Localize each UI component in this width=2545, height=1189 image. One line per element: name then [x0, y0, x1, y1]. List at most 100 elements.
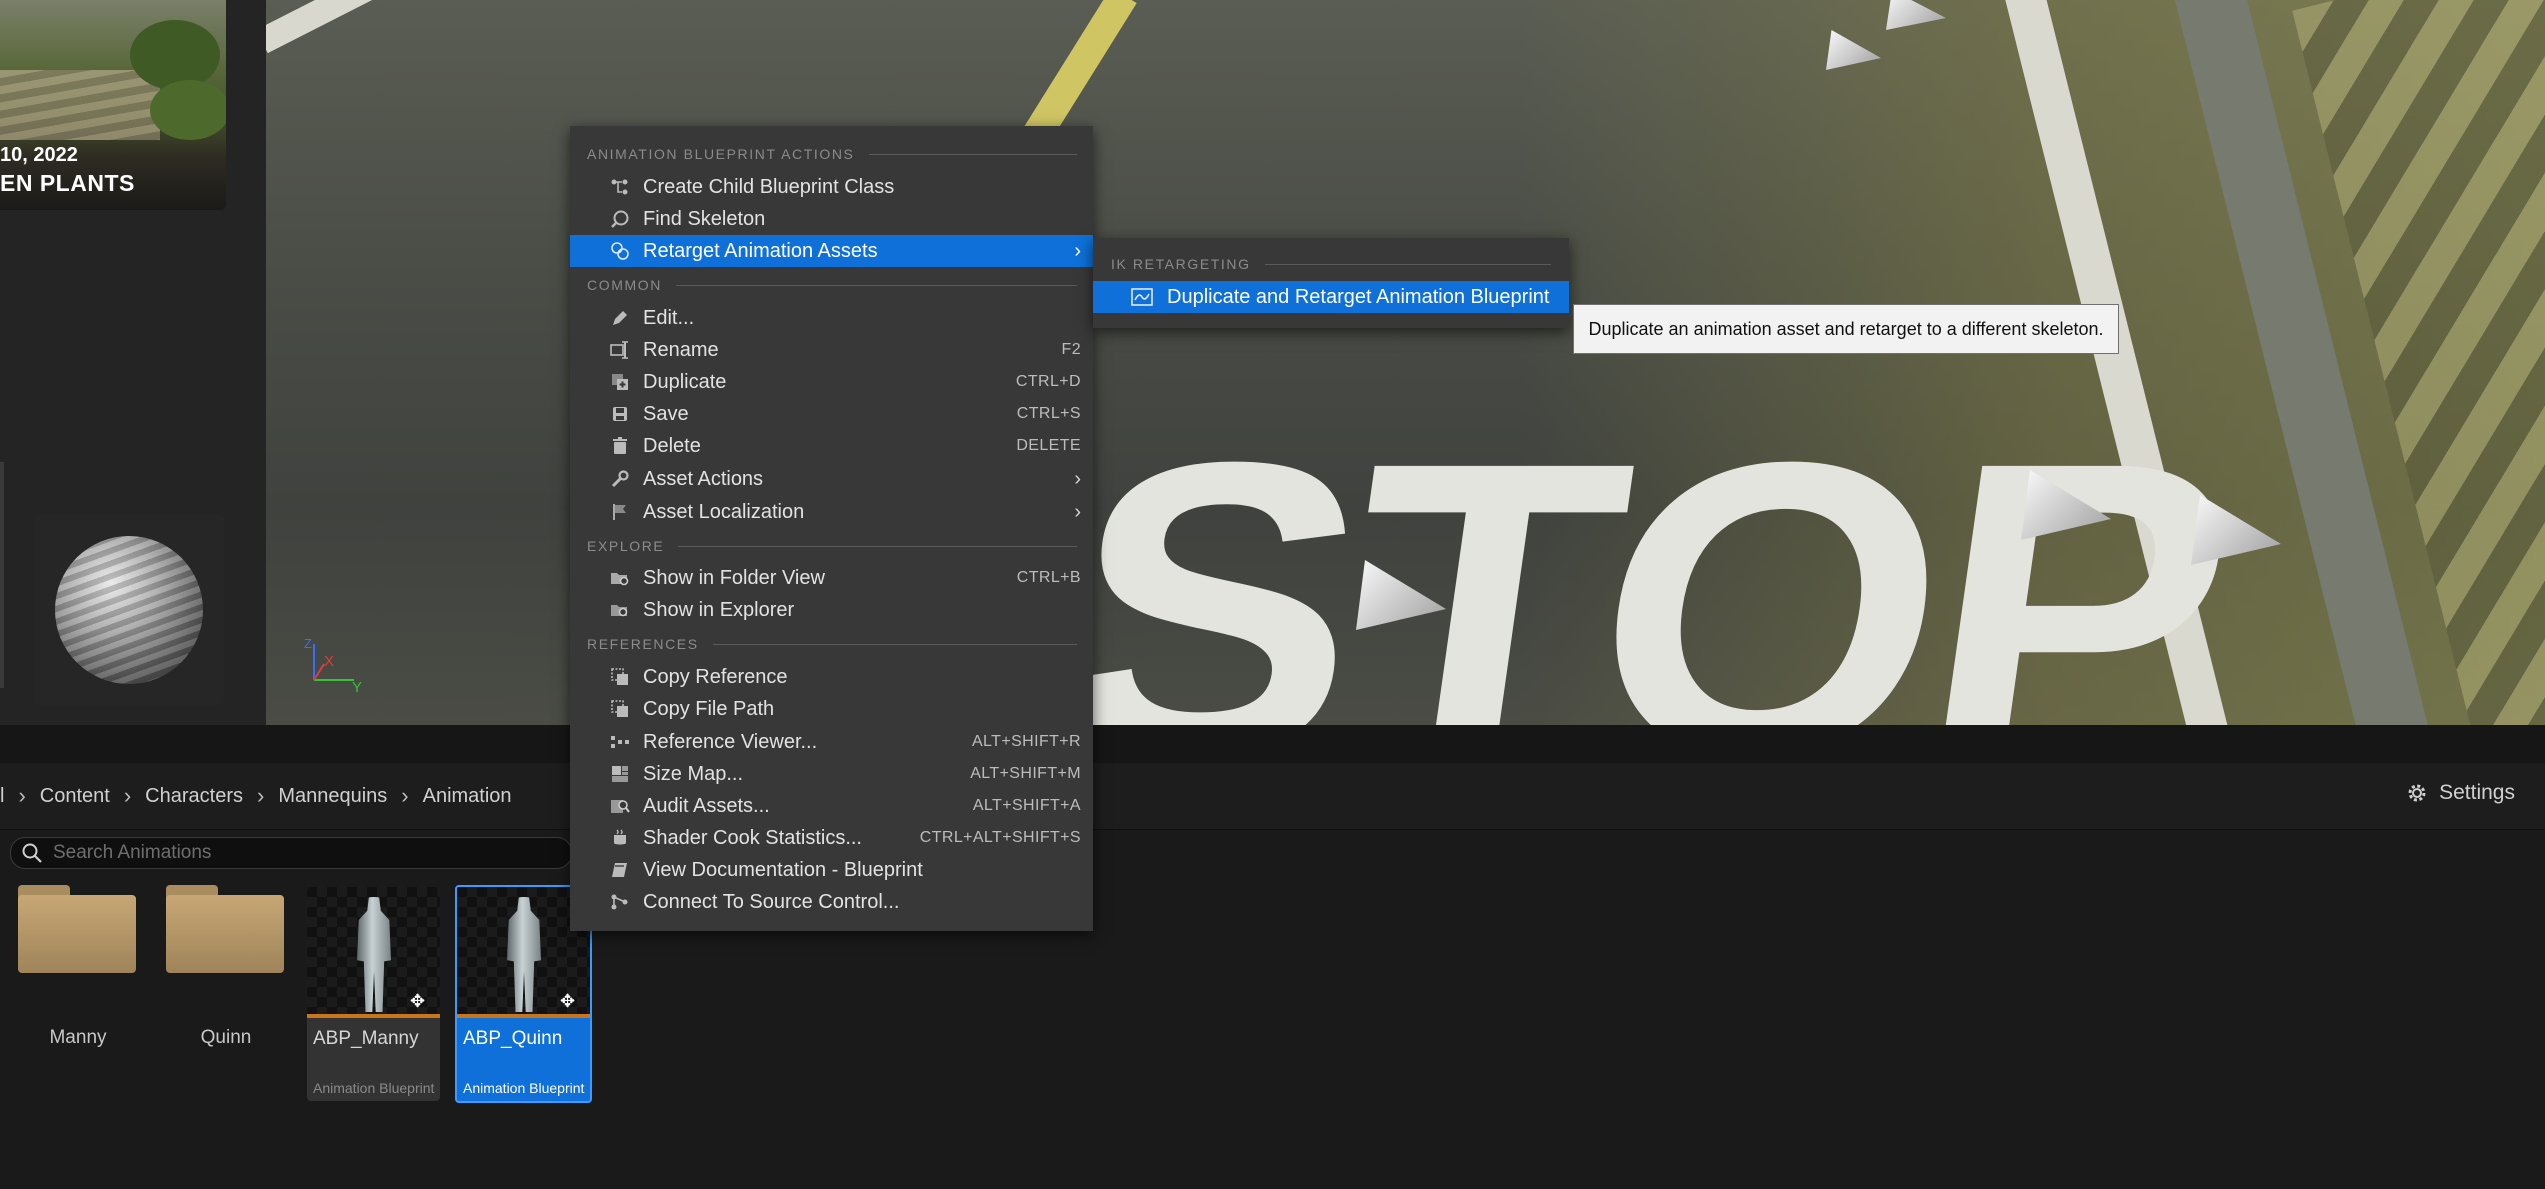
menu-item-audit-assets[interactable]: Audit Assets... ALT+SHIFT+A: [570, 790, 1093, 822]
menu-item-copy-reference[interactable]: Copy Reference: [570, 661, 1093, 693]
menu-item-shortcut: DELETE: [1016, 437, 1081, 454]
asset-tile-abp-manny[interactable]: ✥ ABP_Manny Animation Blueprint: [307, 887, 440, 1101]
search-input[interactable]: [51, 841, 555, 865]
menu-item-rename[interactable]: Rename F2: [570, 334, 1093, 366]
folder-icon: [166, 895, 284, 973]
folder-view-icon: [609, 567, 631, 589]
featured-content-card[interactable]: 10, 2022 EN PLANTS: [0, 0, 226, 210]
menu-item-label: Show in Explorer: [643, 598, 795, 621]
menu-item-duplicate-and-retarget[interactable]: Duplicate and Retarget Animation Bluepri…: [1093, 281, 1569, 313]
menu-item-asset-actions[interactable]: Asset Actions ›: [570, 463, 1093, 495]
menu-section-header: ANIMATION BLUEPRINT ACTIONS: [587, 144, 1077, 164]
breadcrumb-item-animation[interactable]: Animation: [409, 785, 526, 808]
breadcrumb-item[interactable]: l: [0, 785, 18, 808]
menu-item-show-in-explorer[interactable]: Show in Explorer: [570, 594, 1093, 626]
search-box[interactable]: [10, 837, 572, 869]
chevron-right-icon[interactable]: ›: [18, 783, 25, 809]
material-preview-tile[interactable]: [34, 515, 224, 705]
find-icon: [609, 208, 631, 230]
menu-item-view-documentation[interactable]: View Documentation - Blueprint: [570, 854, 1093, 886]
mannequin-preview: [357, 897, 391, 1012]
content-browser-body: Manny Quinn ✥ ABP_Manny Animation Bluepr…: [0, 830, 2545, 1189]
divider: [675, 284, 1077, 286]
menu-item-asset-localization[interactable]: Asset Localization ›: [570, 496, 1093, 528]
search-icon: [22, 843, 42, 863]
card-image-bush: [150, 80, 226, 140]
menu-item-shortcut: CTRL+ALT+SHIFT+S: [919, 829, 1081, 846]
panel-divider[interactable]: [0, 462, 4, 688]
menu-item-edit[interactable]: Edit...: [570, 302, 1093, 334]
divider: [678, 545, 1077, 547]
menu-item-reference-viewer[interactable]: Reference Viewer... ALT+SHIFT+R: [570, 726, 1093, 758]
explorer-icon: [609, 599, 631, 621]
chevron-right-icon[interactable]: ›: [401, 783, 408, 809]
breadcrumb-item-mannequins[interactable]: Mannequins: [264, 785, 401, 808]
menu-item-shortcut: ALT+SHIFT+A: [972, 797, 1081, 814]
folder-manny[interactable]: [18, 885, 136, 975]
breadcrumb-item-characters[interactable]: Characters: [131, 785, 257, 808]
mannequin-preview: [507, 897, 541, 1012]
card-title: EN PLANTS: [0, 170, 135, 196]
source-control-icon: [609, 891, 631, 913]
asset-type: Animation Blueprint: [313, 1080, 435, 1096]
menu-item-label: Edit...: [643, 306, 695, 329]
card-image-bush: [130, 20, 220, 90]
menu-item-retarget-animation-assets[interactable]: Retarget Animation Assets ›: [570, 235, 1093, 267]
menu-section-header: REFERENCES: [587, 634, 1077, 654]
menu-item-copy-file-path[interactable]: Copy File Path: [570, 693, 1093, 725]
menu-item-label: Size Map...: [643, 762, 744, 785]
paper-debris: [2191, 495, 2281, 565]
menu-item-create-child-blueprint[interactable]: Create Child Blueprint Class: [570, 171, 1093, 203]
menu-item-label: Show in Folder View: [643, 566, 825, 589]
menu-item-shortcut: ALT+SHIFT+R: [971, 733, 1081, 750]
menu-item-label: Delete: [643, 434, 701, 457]
paper-debris: [1826, 30, 1881, 70]
save-icon: [609, 403, 631, 425]
chevron-right-icon[interactable]: ›: [257, 783, 264, 809]
divider: [1264, 263, 1551, 265]
menu-item-find-skeleton[interactable]: Find Skeleton: [570, 203, 1093, 235]
menu-item-label: Asset Localization: [643, 500, 805, 523]
breadcrumb: l › Content › Characters › Mannequins › …: [0, 763, 526, 829]
menu-item-connect-to-source-control[interactable]: Connect To Source Control...: [570, 886, 1093, 918]
menu-item-save[interactable]: Save CTRL+S: [570, 398, 1093, 430]
retarget-submenu: IK RETARGETING Duplicate and Retarget An…: [1093, 238, 1569, 328]
menu-item-label: Rename: [643, 338, 719, 361]
axis-x-label: X: [324, 653, 334, 670]
menu-item-duplicate[interactable]: Duplicate CTRL+D: [570, 366, 1093, 398]
size-map-icon: [609, 763, 631, 785]
reference-viewer-icon: [609, 731, 631, 753]
flag-icon: [609, 501, 631, 523]
divider: [712, 643, 1077, 645]
folder-quinn[interactable]: [166, 885, 284, 975]
menu-item-shader-cook-statistics[interactable]: Shader Cook Statistics... CTRL+ALT+SHIFT…: [570, 822, 1093, 854]
left-panel: 10, 2022 EN PLANTS: [0, 0, 266, 725]
tooltip: Duplicate an animation asset and retarge…: [1573, 304, 2119, 354]
menu-item-show-in-folder-view[interactable]: Show in Folder View CTRL+B: [570, 562, 1093, 594]
gear-icon: [2408, 784, 2426, 802]
retarget-icon: [609, 240, 631, 262]
menu-item-label: View Documentation - Blueprint: [643, 858, 923, 881]
settings-button[interactable]: Settings: [2405, 781, 2515, 805]
menu-item-label: Reference Viewer...: [643, 730, 818, 753]
menu-item-delete[interactable]: Delete DELETE: [570, 430, 1093, 462]
menu-item-label: Duplicate and Retarget Animation Bluepri…: [1167, 285, 1550, 308]
menu-section-title: IK RETARGETING: [1111, 256, 1251, 272]
menu-section-title: EXPLORE: [587, 538, 665, 554]
menu-section-header: EXPLORE: [587, 536, 1077, 556]
chevron-right-icon[interactable]: ›: [124, 783, 131, 809]
menu-item-label: Retarget Animation Assets: [643, 239, 878, 262]
chevron-right-icon: ›: [1074, 500, 1081, 523]
material-sphere-preview: [55, 536, 203, 684]
menu-item-size-map[interactable]: Size Map... ALT+SHIFT+M: [570, 758, 1093, 790]
axis-y-label: Y: [352, 679, 362, 696]
paper-debris: [1886, 0, 1946, 30]
asset-name: ABP_Quinn: [463, 1028, 563, 1049]
card-image-steps: [0, 70, 160, 140]
breadcrumb-item-content[interactable]: Content: [26, 785, 124, 808]
delete-icon: [609, 435, 631, 457]
axis-z-label: Z: [304, 636, 312, 651]
menu-section-header: IK RETARGETING: [1111, 254, 1551, 274]
viewport-lane-line: [266, 0, 643, 54]
menu-item-shortcut: CTRL+S: [1016, 405, 1081, 422]
